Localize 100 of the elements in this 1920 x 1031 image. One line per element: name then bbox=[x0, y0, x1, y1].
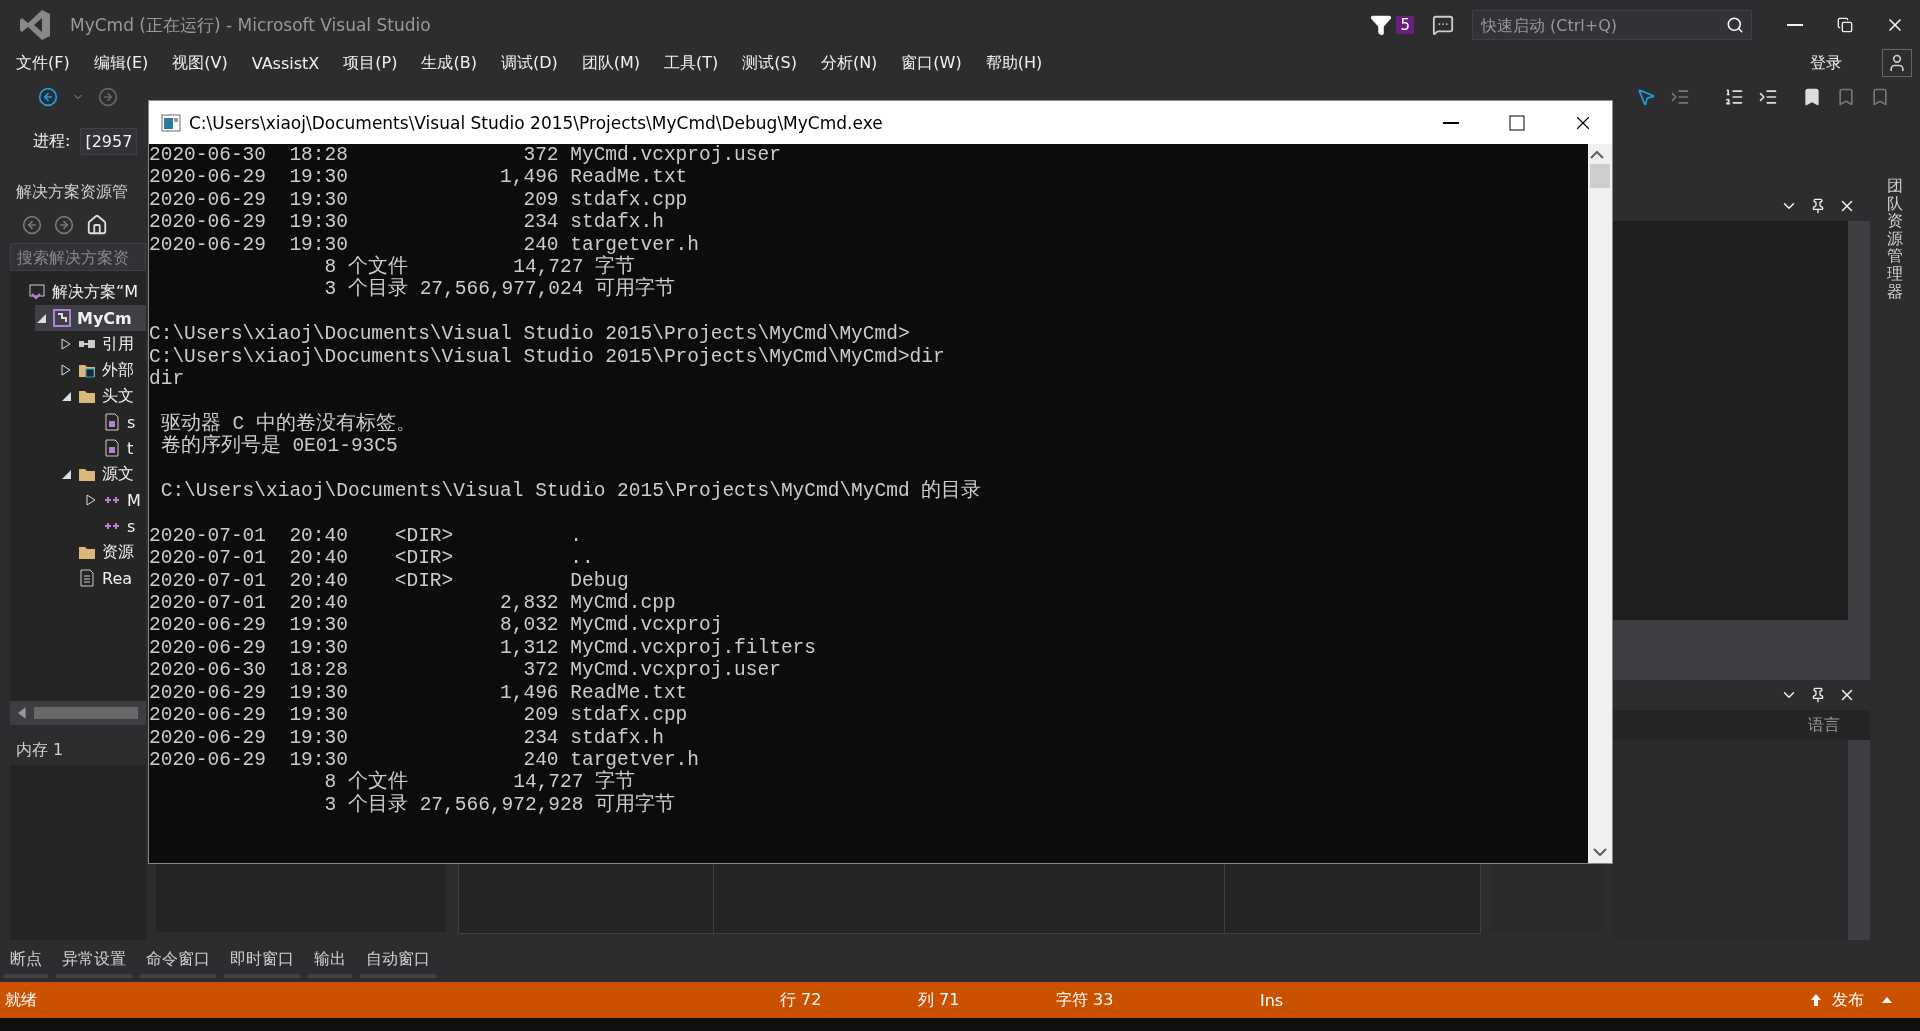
console-line: 2020-06-29 19:30 240 targetver.h bbox=[149, 748, 700, 771]
collapsed-arrow-icon[interactable] bbox=[60, 338, 72, 350]
sign-in-link[interactable]: 登录 bbox=[1810, 52, 1842, 74]
console-line: 2020-06-30 18:28 372 MyCmd.vcxproj.user bbox=[149, 659, 782, 682]
menu-item[interactable]: VAssistX bbox=[239, 53, 332, 73]
home-icon[interactable] bbox=[86, 214, 108, 236]
console-line: 2020-06-29 19:30 234 stdafx.h bbox=[149, 211, 665, 234]
collapsed-arrow-icon[interactable] bbox=[60, 364, 72, 376]
column-header: 语言 bbox=[1613, 710, 1870, 741]
menu-item[interactable]: 项目(P) bbox=[331, 52, 410, 74]
window-title: MyCmd (正在运行) - Microsoft Visual Studio bbox=[70, 13, 432, 37]
tree-item[interactable]: s bbox=[85, 409, 146, 435]
tree-item[interactable]: 资源 bbox=[60, 539, 146, 565]
bottom-tab[interactable]: 命令窗口 bbox=[140, 944, 216, 978]
filter-icon[interactable] bbox=[1370, 14, 1393, 36]
notification-badge: 5 bbox=[1396, 16, 1414, 34]
process-label: 进程: bbox=[33, 131, 71, 152]
search-field[interactable]: 搜索解决方案资 bbox=[10, 243, 146, 271]
forward-icon[interactable] bbox=[98, 87, 118, 107]
menu-item[interactable]: 窗口(W) bbox=[889, 52, 974, 74]
console-line: 8 个文件 14,727 字节 bbox=[323, 771, 636, 794]
tree-item[interactable]: 引用 bbox=[60, 331, 146, 357]
console-line: 2020-07-01 20:40 <DIR> .. bbox=[149, 547, 595, 570]
status-text: 列 71 bbox=[918, 989, 960, 1009]
caret-icon bbox=[1882, 996, 1892, 1004]
console-line: 2020-06-29 19:30 8,032 MyCmd.vcxproj bbox=[149, 614, 724, 637]
menu-item[interactable]: 帮助(H) bbox=[973, 52, 1055, 74]
menu-item[interactable]: 测试(S) bbox=[730, 52, 809, 74]
left-arrow-icon[interactable] bbox=[18, 707, 26, 719]
scrollbar-thumb[interactable] bbox=[1590, 164, 1610, 188]
tree-item[interactable]: s bbox=[85, 513, 146, 539]
console-line: 2020-06-29 19:30 209 stdafx.cpp bbox=[149, 704, 689, 727]
menu-item[interactable]: 生成(B) bbox=[409, 52, 489, 74]
list-icon[interactable] bbox=[1724, 87, 1744, 107]
header-file-icon bbox=[103, 439, 121, 457]
collapsed-arrow-icon[interactable] bbox=[85, 494, 97, 506]
bottom-tab[interactable]: 输出 bbox=[308, 944, 352, 978]
bottom-tab[interactable]: 异常设置 bbox=[56, 944, 132, 978]
menu-item[interactable]: 文件(F) bbox=[4, 52, 82, 74]
horizontal-scrollbar[interactable] bbox=[10, 701, 146, 725]
tree-item[interactable]: MyCm bbox=[35, 305, 146, 331]
bottom-tab[interactable]: 即时窗口 bbox=[224, 944, 300, 978]
tree-item[interactable]: 头文 bbox=[60, 383, 146, 409]
pin-icon[interactable] bbox=[1810, 687, 1826, 704]
menu-item[interactable]: 调试(D) bbox=[488, 52, 570, 74]
tree-item[interactable]: Rea bbox=[60, 565, 146, 591]
quick-launch-field[interactable]: 快速启动 (Ctrl+Q) bbox=[1472, 10, 1752, 40]
console-line: 8 个文件 14,727 字节 bbox=[323, 256, 636, 279]
back-icon[interactable] bbox=[38, 87, 58, 107]
cursor-icon[interactable] bbox=[1636, 87, 1656, 107]
menu-item[interactable]: 视图(V) bbox=[160, 52, 240, 74]
console-line: 2020-06-29 19:30 1,496 ReadMe.txt bbox=[149, 166, 689, 189]
menu-item[interactable]: 分析(N) bbox=[808, 52, 890, 74]
horizontal-scrollbar[interactable] bbox=[1613, 620, 1870, 681]
console-line: 2020-07-01 20:40 2,832 MyCmd.cpp bbox=[149, 592, 677, 615]
visual-studio-logo bbox=[18, 8, 52, 42]
menu-item[interactable]: 编辑(E) bbox=[81, 52, 161, 74]
console-line: 卷的序列号是 0E01-93C5 bbox=[159, 435, 399, 458]
indent-icon[interactable] bbox=[1758, 87, 1778, 107]
publish-button[interactable]: 发布 bbox=[1832, 989, 1864, 1011]
pin-icon[interactable] bbox=[1810, 198, 1826, 214]
status-text: 就绪 bbox=[5, 989, 37, 1009]
tree-item[interactable]: 源文 bbox=[60, 461, 146, 487]
vertical-scrollbar[interactable] bbox=[1588, 144, 1612, 863]
expanded-arrow-icon[interactable] bbox=[60, 468, 72, 480]
bottom-tab[interactable]: 自动窗口 bbox=[360, 944, 436, 978]
console-line: 3 个目录 27,566,977,024 可用字节 bbox=[323, 278, 677, 301]
expanded-arrow-icon[interactable] bbox=[35, 312, 47, 324]
forward-icon[interactable] bbox=[54, 215, 74, 235]
tree-item[interactable]: t bbox=[85, 435, 146, 461]
maximize-icon bbox=[1509, 114, 1525, 131]
vertical-scrollbar[interactable] bbox=[1848, 221, 1870, 621]
minimize-icon bbox=[1443, 121, 1459, 124]
tree-item[interactable]: M bbox=[85, 487, 146, 513]
feedback-icon[interactable] bbox=[1432, 14, 1454, 36]
menu-item[interactable]: 工具(T) bbox=[652, 52, 731, 74]
console-line: C:\Users\xiaoj\Documents\Visual Studio 2015\Projects\MyCmd\MyCmd 的目录 bbox=[159, 479, 983, 503]
tree-item[interactable]: 解决方案“M bbox=[10, 279, 146, 305]
status-text: Ins bbox=[1260, 990, 1284, 1010]
search-icon[interactable] bbox=[1726, 16, 1744, 34]
process-field[interactable]: [2957 bbox=[80, 128, 138, 155]
console-line: dir bbox=[149, 368, 186, 391]
console-line: 2020-07-01 20:40 <DIR> . bbox=[149, 523, 583, 548]
expanded-arrow-icon[interactable] bbox=[60, 390, 72, 402]
header-file-icon bbox=[103, 413, 121, 431]
console-line: 2020-07-01 20:40 <DIR> Debug bbox=[149, 569, 630, 593]
menu-item[interactable]: 团队(M) bbox=[569, 52, 652, 74]
tree-item[interactable]: 外部 bbox=[60, 357, 146, 383]
back-icon[interactable] bbox=[22, 215, 42, 235]
console-line: C:\Users\xiaoj\Documents\Visual Studio 2015\Projects\MyCmd\MyCmd> bbox=[149, 322, 911, 346]
bookmark-icon[interactable] bbox=[1802, 87, 1822, 107]
side-tab[interactable]: 团队资源管理器 bbox=[1887, 177, 1903, 940]
vertical-scrollbar[interactable] bbox=[1848, 740, 1870, 940]
console-line: 驱动器 C 中的卷没有标签。 bbox=[159, 411, 417, 435]
avatar-icon[interactable] bbox=[1882, 49, 1912, 77]
console-icon bbox=[161, 113, 181, 132]
console-line: 2020-06-30 18:28 372 MyCmd.vcxproj.user bbox=[149, 144, 782, 167]
console-line: 3 个目录 27,566,972,928 可用字节 bbox=[323, 793, 677, 817]
bottom-tab[interactable]: 断点 bbox=[4, 944, 48, 978]
status-text: 行 72 bbox=[780, 989, 822, 1009]
